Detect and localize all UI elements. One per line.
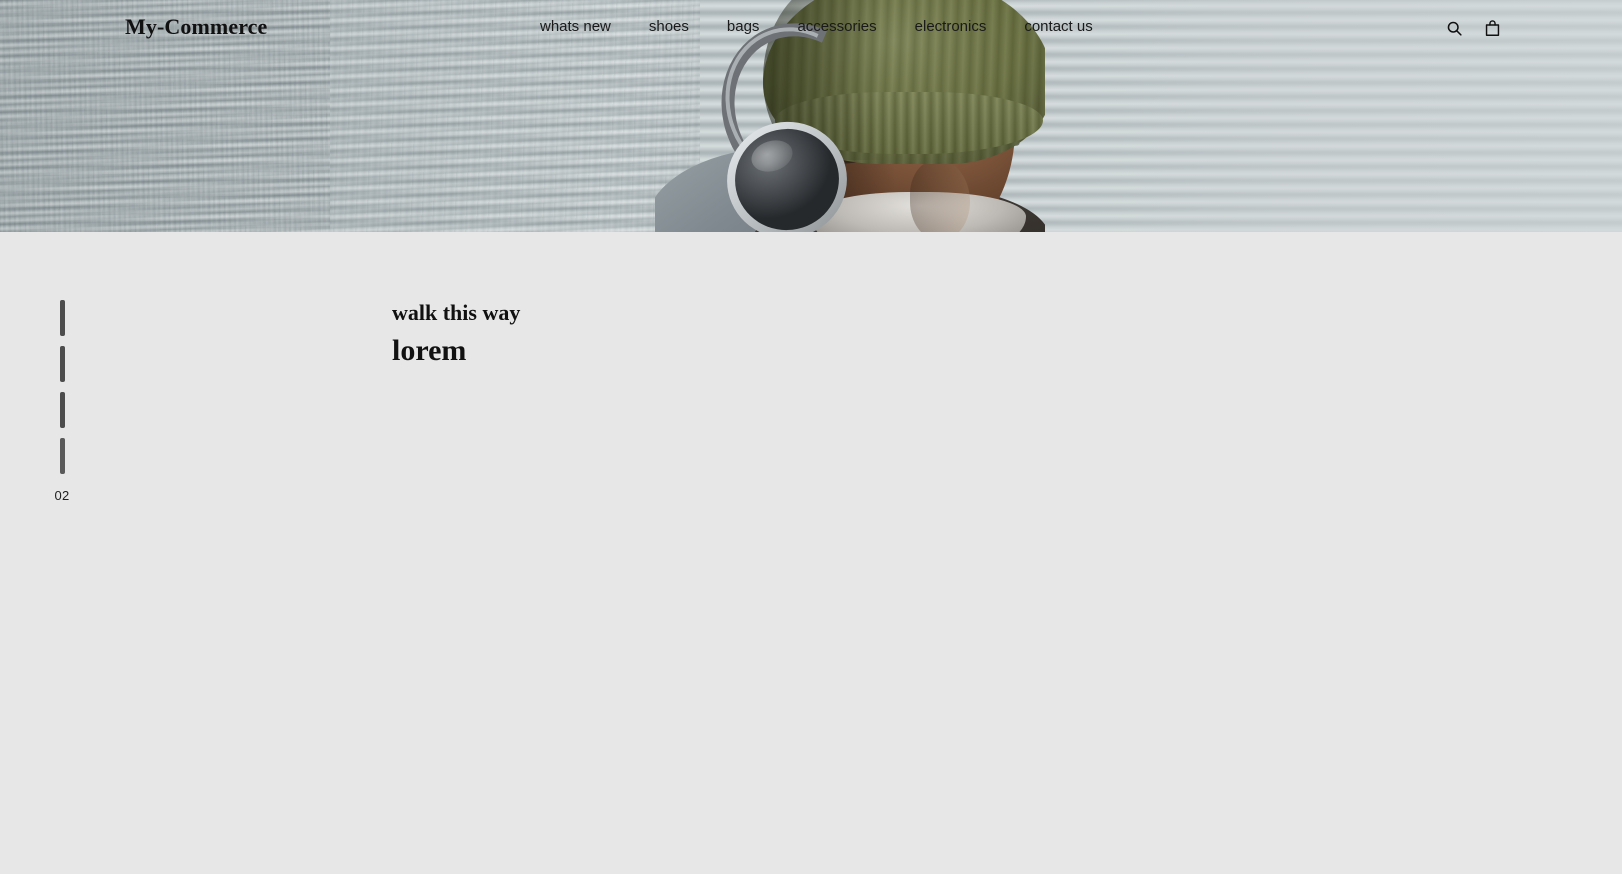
nav-item-bags[interactable]: bags bbox=[727, 18, 760, 35]
progress-tick-1[interactable] bbox=[59, 300, 65, 336]
site-logo[interactable]: My-Commerce bbox=[125, 14, 267, 40]
promo-headline-block: walk this way lorem bbox=[392, 300, 520, 369]
promo-headline: lorem bbox=[392, 334, 467, 368]
progress-tick-3[interactable] bbox=[59, 392, 65, 428]
main-content-section: 02 walk this way lorem bbox=[0, 232, 1622, 874]
progress-tick-4[interactable] bbox=[59, 438, 65, 474]
top-navigation-bar: My-Commerce whats new shoes bags accesso… bbox=[0, 0, 1622, 57]
nav-item-contact-us[interactable]: contact us bbox=[1024, 18, 1092, 35]
slide-progress-indicator[interactable]: 02 bbox=[50, 300, 74, 503]
nav-utility-icons bbox=[1444, 18, 1502, 38]
nav-item-accessories[interactable]: accessories bbox=[797, 18, 876, 35]
search-icon[interactable] bbox=[1444, 18, 1464, 38]
shopping-bag-icon[interactable] bbox=[1482, 18, 1502, 38]
nav-item-shoes[interactable]: shoes bbox=[649, 18, 689, 35]
progress-tick-2[interactable] bbox=[59, 346, 65, 382]
slide-counter: 02 bbox=[54, 488, 70, 503]
promo-eyebrow: walk this way bbox=[392, 300, 521, 325]
nav-item-electronics[interactable]: electronics bbox=[915, 18, 987, 35]
primary-nav: whats new shoes bags accessories electro… bbox=[540, 18, 1093, 35]
nav-item-whats-new[interactable]: whats new bbox=[540, 18, 611, 35]
